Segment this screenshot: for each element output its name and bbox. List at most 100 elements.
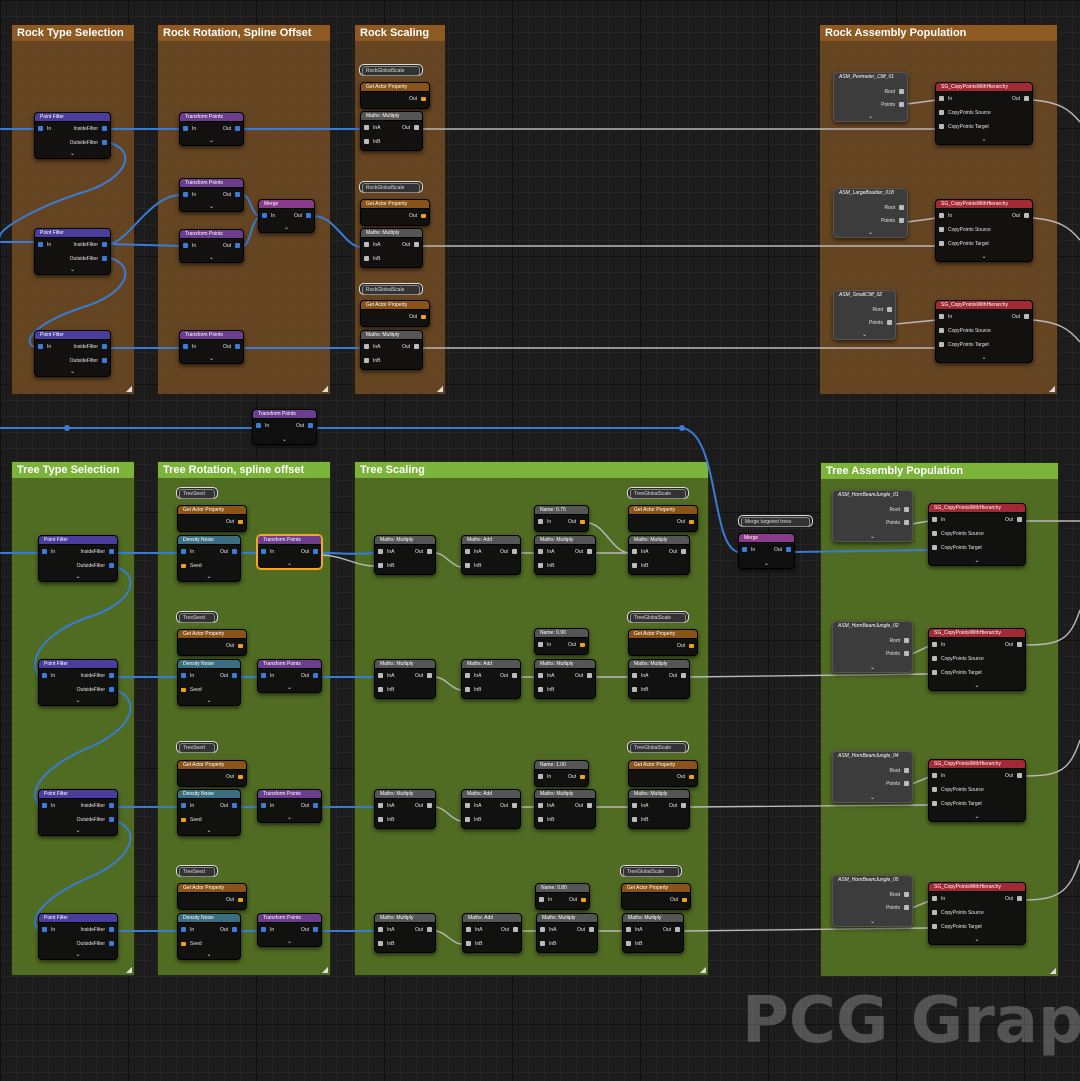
ina-pin[interactable]: InA	[538, 673, 555, 680]
transform-points-node[interactable]: Transform Points In Out ⌄	[252, 409, 317, 445]
in-pin[interactable]: In	[42, 803, 55, 810]
inb-pin[interactable]: InB	[364, 358, 381, 365]
inb-pin[interactable]: InB	[632, 687, 649, 694]
chevron-down-icon[interactable]: ⌄	[180, 356, 243, 362]
copy-points-source-pin[interactable]: CopyPoints Source	[932, 656, 984, 663]
chevron-down-icon[interactable]: ⌄	[929, 814, 1025, 820]
chevron-down-icon[interactable]: ⌄	[258, 815, 321, 821]
resize-handle-icon[interactable]: ◢	[1050, 967, 1056, 975]
out-pin[interactable]: Out	[500, 673, 517, 680]
in-pin[interactable]: In	[538, 642, 551, 649]
parameter-pill[interactable]: TreeSeed	[176, 487, 218, 499]
out-pin[interactable]: Out	[415, 673, 432, 680]
parameter-pill[interactable]: RockGlobalScale	[359, 181, 423, 193]
inb-pin[interactable]: InB	[378, 941, 395, 948]
in-pin[interactable]: In	[42, 673, 55, 680]
chevron-down-icon[interactable]: ⌄	[180, 204, 243, 210]
point-filter-node[interactable]: Point Filter In InsideFilter OutsideFilt…	[38, 535, 118, 582]
get-actor-property-node[interactable]: Get Actor Property Out	[628, 629, 698, 656]
points-pin[interactable]: Points	[869, 320, 892, 327]
transform-points-node[interactable]: Transform Points In Out ⌄	[179, 229, 244, 263]
get-actor-property-node[interactable]: Get Actor Property Out	[177, 883, 247, 910]
copy-points-node[interactable]: SG_CopyPointsWithHierarchy In Out CopyPo…	[935, 199, 1033, 262]
maths-multiply-node[interactable]: Maths: Multiply InA Out InB	[628, 659, 690, 699]
ina-pin[interactable]: InA	[378, 549, 395, 556]
ina-pin[interactable]: InA	[538, 549, 555, 556]
outside-filter-pin[interactable]: OutsideFilter	[77, 563, 114, 570]
maths-add-node[interactable]: Maths: Add InA Out InB	[462, 913, 522, 953]
out-pin[interactable]: Out	[220, 549, 237, 556]
in-pin[interactable]: In	[538, 774, 551, 781]
chevron-down-icon[interactable]: ⌄	[178, 828, 240, 834]
out-pin[interactable]: Out	[568, 774, 585, 781]
parameter-pill[interactable]: TreeSeed	[176, 741, 218, 753]
out-pin[interactable]: Out	[402, 242, 419, 249]
chevron-down-icon[interactable]: ⌄	[39, 698, 117, 704]
get-actor-property-node[interactable]: Get Actor Property Out	[628, 760, 698, 787]
in-pin[interactable]: In	[183, 243, 196, 250]
assembly-asset-node[interactable]: ASM_HornBeamJungle_01 Root Points ⌄	[832, 490, 913, 542]
outside-filter-pin[interactable]: OutsideFilter	[77, 687, 114, 694]
chevron-down-icon[interactable]: ⌄	[35, 151, 110, 157]
chevron-down-icon[interactable]: ⌄	[739, 561, 794, 567]
resize-handle-icon[interactable]: ◢	[126, 966, 132, 974]
chevron-down-icon[interactable]: ⌄	[258, 685, 321, 691]
in-pin[interactable]: In	[42, 927, 55, 934]
inb-pin[interactable]: InB	[378, 817, 395, 824]
maths-multiply-node[interactable]: Maths: Multiply InA Out InB	[534, 535, 596, 575]
out-pin[interactable]: Out	[301, 673, 318, 680]
out-pin[interactable]: Out	[774, 547, 791, 554]
out-pin[interactable]: Out	[568, 642, 585, 649]
copy-points-node[interactable]: SG_CopyPointsWithHierarchy In Out CopyPo…	[928, 759, 1026, 822]
out-pin[interactable]: Out	[568, 519, 585, 526]
out-pin[interactable]: Out	[220, 673, 237, 680]
copy-points-source-pin[interactable]: CopyPoints Source	[932, 531, 984, 538]
inside-filter-pin[interactable]: InsideFilter	[81, 549, 114, 556]
transform-points-node[interactable]: Transform Points In Out ⌄	[257, 913, 322, 947]
inb-pin[interactable]: InB	[632, 563, 649, 570]
chevron-down-icon[interactable]: ⌄	[180, 138, 243, 144]
out-pin[interactable]: Out	[677, 643, 694, 650]
out-pin[interactable]: Out	[296, 423, 313, 430]
inb-pin[interactable]: InB	[538, 817, 555, 824]
in-pin[interactable]: In	[932, 773, 945, 780]
inside-filter-pin[interactable]: InsideFilter	[74, 344, 107, 351]
point-filter-node[interactable]: Point Filter In InsideFilter OutsideFilt…	[38, 913, 118, 960]
assembly-asset-node[interactable]: ASM_HornBeamJungle_02 Root Points ⌄	[832, 621, 913, 673]
in-pin[interactable]: In	[939, 96, 952, 103]
parameter-pill[interactable]: TreeGlobalScale	[627, 741, 689, 753]
in-pin[interactable]: In	[539, 897, 552, 904]
parameter-pill[interactable]: TreeSeed	[176, 865, 218, 877]
chevron-down-icon[interactable]: ⌄	[178, 574, 240, 580]
in-pin[interactable]: In	[183, 126, 196, 133]
ina-pin[interactable]: InA	[378, 803, 395, 810]
copy-points-source-pin[interactable]: CopyPoints Source	[932, 787, 984, 794]
copy-points-node[interactable]: SG_CopyPointsWithHierarchy In Out CopyPo…	[935, 82, 1033, 145]
resize-handle-icon[interactable]: ◢	[437, 385, 443, 393]
out-pin[interactable]: Out	[670, 897, 687, 904]
out-pin[interactable]: Out	[402, 125, 419, 132]
ina-pin[interactable]: InA	[465, 803, 482, 810]
outside-filter-pin[interactable]: OutsideFilter	[77, 817, 114, 824]
transform-points-node[interactable]: Transform Points In Out ⌄	[257, 659, 322, 693]
chevron-down-icon[interactable]: ⌄	[936, 254, 1032, 260]
copy-points-target-pin[interactable]: CopyPoints Target	[932, 545, 982, 552]
chevron-down-icon[interactable]: ⌄	[35, 267, 110, 273]
get-actor-property-node[interactable]: Get Actor Property Out	[360, 300, 430, 327]
ina-pin[interactable]: InA	[626, 927, 643, 934]
inside-filter-pin[interactable]: InsideFilter	[81, 927, 114, 934]
copy-points-node[interactable]: SG_CopyPointsWithHierarchy In Out CopyPo…	[935, 300, 1033, 363]
outside-filter-pin[interactable]: OutsideFilter	[77, 941, 114, 948]
root-pin[interactable]: Root	[889, 892, 909, 899]
out-pin[interactable]: Out	[677, 519, 694, 526]
chevron-down-icon[interactable]: ⌄	[936, 355, 1032, 361]
out-pin[interactable]: Out	[220, 803, 237, 810]
ina-pin[interactable]: InA	[465, 549, 482, 556]
root-pin[interactable]: Root	[872, 307, 892, 314]
in-pin[interactable]: In	[261, 927, 274, 934]
copy-points-node[interactable]: SG_CopyPointsWithHierarchy In Out CopyPo…	[928, 882, 1026, 945]
merge-node[interactable]: Merge In Out ⌄	[738, 533, 795, 569]
out-pin[interactable]: Out	[1005, 642, 1022, 649]
out-pin[interactable]: Out	[223, 243, 240, 250]
inb-pin[interactable]: InB	[465, 817, 482, 824]
